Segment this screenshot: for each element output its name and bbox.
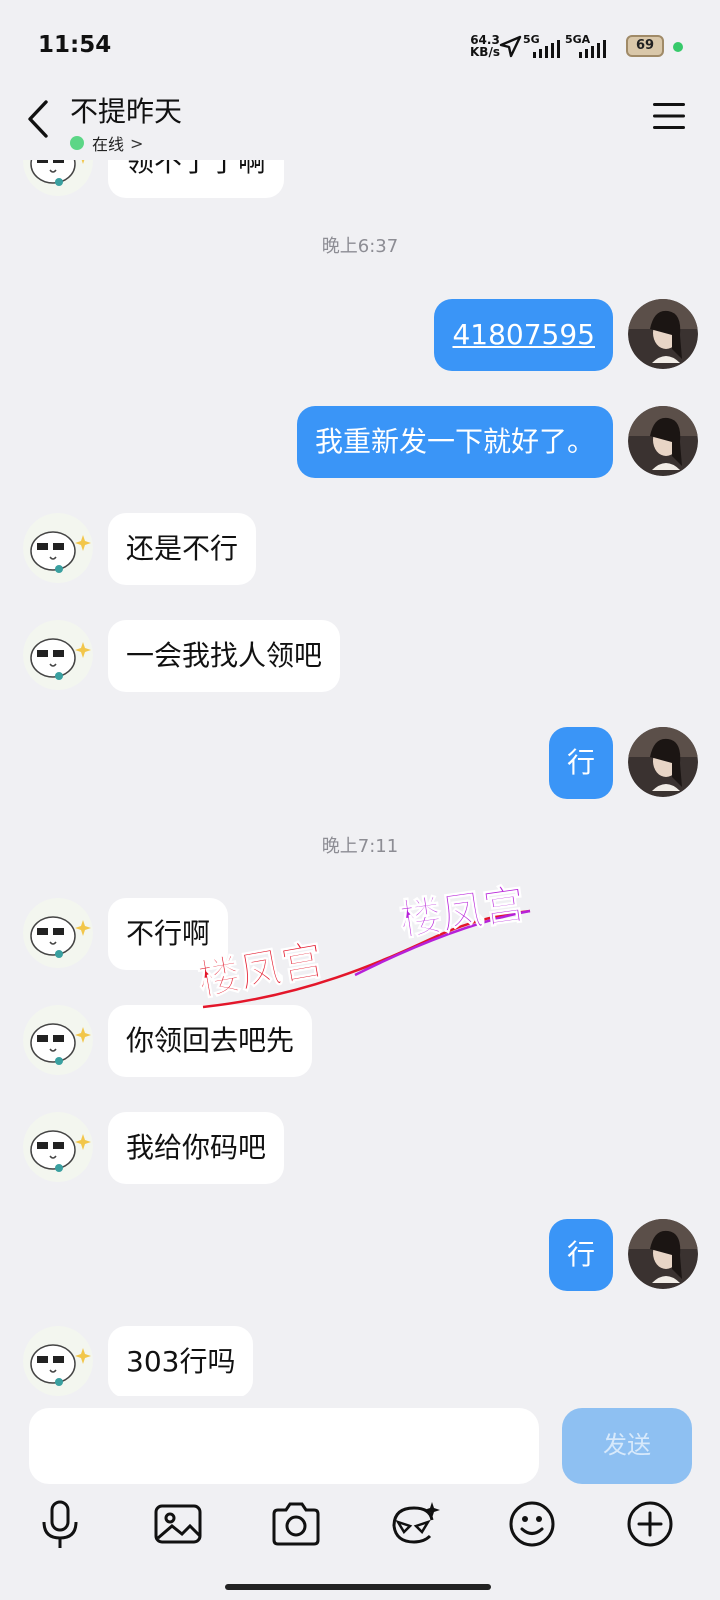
contact-avatar[interactable] <box>23 1112 93 1182</box>
incoming-message-bubble[interactable]: 我给你码吧 <box>108 1112 285 1184</box>
presence-status[interactable]: 在线 > <box>70 132 143 154</box>
chat-header: 不提昨天 在线 > <box>0 90 720 160</box>
contact-name[interactable]: 不提昨天 <box>70 90 182 130</box>
message-row: 我给你码吧 <box>0 1112 720 1184</box>
cartoon-cat-avatar-icon <box>23 160 93 196</box>
composer-toolbar <box>0 1496 720 1566</box>
chevron-right-icon: > <box>130 133 144 153</box>
photo-avatar-icon <box>628 299 698 369</box>
contact-avatar[interactable] <box>23 620 93 690</box>
signal-strength-icon <box>579 40 606 58</box>
emoji-icon[interactable] <box>504 1496 560 1552</box>
message-row: 还是不行 <box>0 513 720 585</box>
chat-screen: 11:54 64.3 KB/s 5G 5GA 69 不提昨天 在线 > 领不了了… <box>0 0 720 1600</box>
camera-icon[interactable] <box>268 1496 324 1552</box>
contact-avatar[interactable] <box>23 1326 93 1396</box>
microphone-icon[interactable] <box>32 1496 88 1552</box>
timestamp: 晚上7:11 <box>321 836 399 857</box>
my-avatar[interactable] <box>628 727 698 797</box>
contact-avatar[interactable] <box>23 513 93 583</box>
hamburger-menu-icon[interactable] <box>652 102 686 130</box>
plus-icon[interactable] <box>622 1496 678 1552</box>
incoming-message-bubble[interactable]: 303行吗 <box>108 1326 254 1396</box>
cartoon-cat-avatar-icon <box>23 1005 93 1075</box>
sticker-icon[interactable] <box>386 1496 442 1552</box>
my-avatar[interactable] <box>628 406 698 476</box>
message-row: 一会我找人领吧 <box>0 620 720 692</box>
incoming-message-bubble[interactable]: 不行啊 <box>108 898 229 970</box>
location-arrow-icon <box>499 35 522 58</box>
outgoing-message-bubble[interactable]: 我重新发一下就好了。 <box>296 406 613 478</box>
contact-avatar[interactable] <box>23 1005 93 1075</box>
message-row: 行 <box>0 727 720 799</box>
cartoon-cat-avatar-icon <box>23 513 93 583</box>
outgoing-message-bubble[interactable]: 41807595 <box>434 299 613 371</box>
incoming-message-bubble[interactable]: 领不了了啊 <box>108 160 285 198</box>
incoming-message-bubble[interactable]: 还是不行 <box>108 513 257 585</box>
cartoon-cat-avatar-icon <box>23 620 93 690</box>
send-button[interactable]: 发送 <box>562 1408 692 1484</box>
photo-avatar-icon <box>628 1219 698 1289</box>
presence-text: 在线 <box>92 135 125 154</box>
network-speed: 64.3 KB/s <box>470 34 500 58</box>
message-list[interactable]: 领不了了啊 晚上6:37 41807595 我重新发一下就好了。 还是不行 一会… <box>0 160 720 1396</box>
outgoing-message-bubble[interactable]: 行 <box>548 1219 613 1291</box>
my-avatar[interactable] <box>628 1219 698 1289</box>
message-row: 303行吗 <box>0 1326 720 1396</box>
message-input[interactable] <box>29 1408 539 1484</box>
phone-number-link[interactable]: 41807595 <box>452 318 595 351</box>
message-row: 行 <box>0 1219 720 1291</box>
incoming-message-bubble[interactable]: 一会我找人领吧 <box>108 620 341 692</box>
photo-avatar-icon <box>628 406 698 476</box>
back-chevron-icon[interactable] <box>22 96 56 142</box>
contact-avatar[interactable] <box>23 898 93 968</box>
network-speed-unit: KB/s <box>470 45 500 59</box>
status-time: 11:54 <box>38 32 112 58</box>
timestamp: 晚上6:37 <box>321 236 399 257</box>
message-row: 不行啊 <box>0 898 720 970</box>
signal-strength-icon <box>533 40 560 58</box>
message-row: 领不了了啊 <box>0 160 720 198</box>
message-row: 我重新发一下就好了。 <box>0 406 720 478</box>
cartoon-cat-avatar-icon <box>23 898 93 968</box>
message-row: 41807595 <box>0 299 720 371</box>
composer-area: 发送 <box>0 1396 720 1600</box>
online-dot <box>70 136 84 150</box>
contact-avatar[interactable] <box>23 160 93 196</box>
message-row: 你领回去吧先 <box>0 1005 720 1077</box>
image-icon[interactable] <box>150 1496 206 1552</box>
cartoon-cat-avatar-icon <box>23 1326 93 1396</box>
incoming-message-bubble[interactable]: 你领回去吧先 <box>108 1005 313 1077</box>
battery-icon: 69 <box>626 35 664 57</box>
home-indicator[interactable] <box>225 1584 491 1590</box>
cartoon-cat-avatar-icon <box>23 1112 93 1182</box>
outgoing-message-bubble[interactable]: 行 <box>548 727 613 799</box>
privacy-indicator-dot <box>673 42 683 52</box>
status-bar: 11:54 64.3 KB/s 5G 5GA 69 <box>0 0 720 90</box>
my-avatar[interactable] <box>628 299 698 369</box>
photo-avatar-icon <box>628 727 698 797</box>
